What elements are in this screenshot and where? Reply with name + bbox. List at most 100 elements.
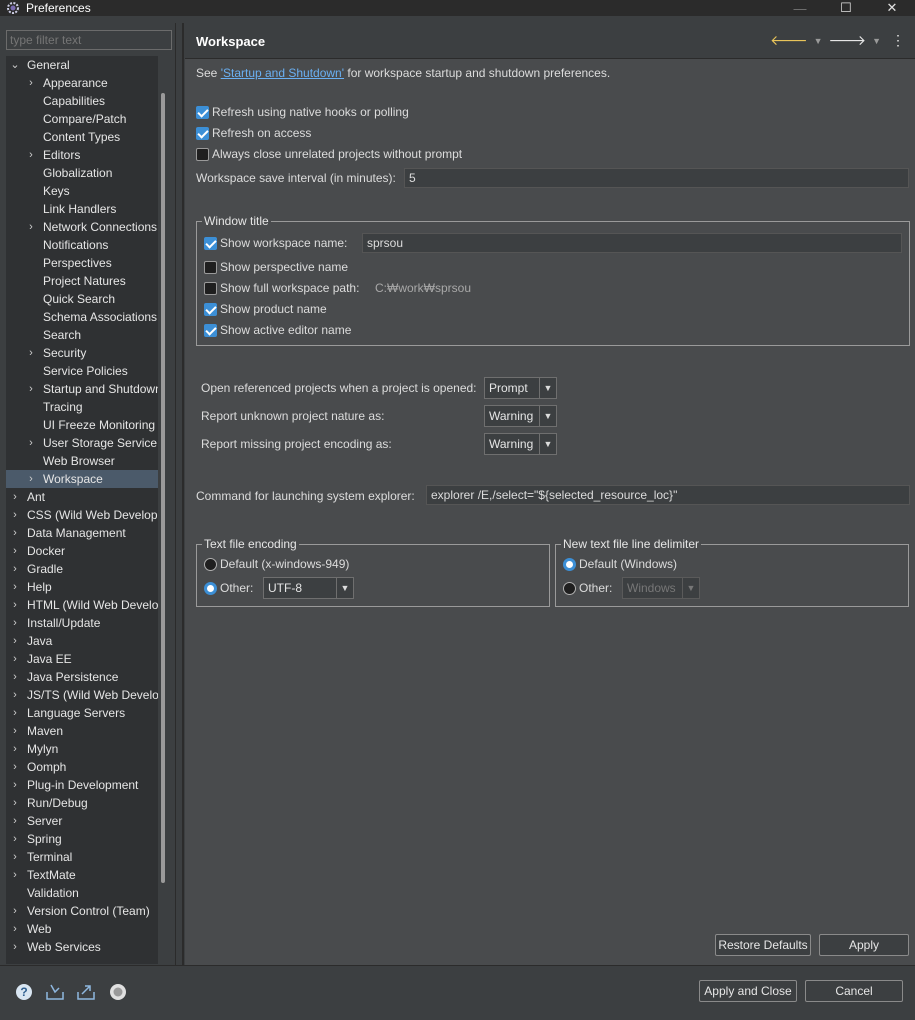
show-perspective-name-checkbox[interactable] bbox=[204, 261, 217, 274]
delimiter-default-radio[interactable] bbox=[563, 558, 576, 571]
chevron-right-icon[interactable]: › bbox=[10, 920, 20, 938]
tree-item[interactable]: › Terminal bbox=[6, 848, 158, 866]
tree-item[interactable]: › Oomph bbox=[6, 758, 158, 776]
explorer-command-input[interactable]: explorer /E,/select="${selected_resource… bbox=[426, 485, 910, 505]
tree-item[interactable]: › Mylyn bbox=[6, 740, 158, 758]
tree-item[interactable]: › Security bbox=[6, 344, 158, 362]
tree-item[interactable]: › Maven bbox=[6, 722, 158, 740]
view-menu-icon[interactable]: ⋮ bbox=[891, 32, 905, 49]
tree-item[interactable]: › Run/Debug bbox=[6, 794, 158, 812]
help-icon[interactable]: ? bbox=[14, 982, 34, 1002]
export-icon[interactable] bbox=[76, 982, 96, 1002]
panel-splitter[interactable] bbox=[182, 23, 184, 965]
chevron-right-icon[interactable]: › bbox=[10, 722, 20, 740]
tree-item[interactable]: Schema Associations bbox=[6, 308, 158, 326]
filter-input[interactable] bbox=[6, 30, 172, 50]
chevron-right-icon[interactable]: › bbox=[10, 812, 20, 830]
chevron-right-icon[interactable]: › bbox=[10, 578, 20, 596]
tree-item[interactable]: › Workspace bbox=[6, 470, 158, 488]
chevron-right-icon[interactable]: › bbox=[10, 542, 20, 560]
chevron-right-icon[interactable]: › bbox=[10, 524, 20, 542]
tree-item[interactable]: Quick Search bbox=[6, 290, 158, 308]
tree-item[interactable]: › Plug-in Development bbox=[6, 776, 158, 794]
chevron-right-icon[interactable]: › bbox=[26, 380, 36, 398]
tree-item[interactable]: › JS/TS (Wild Web Developer) bbox=[6, 686, 158, 704]
oomph-icon[interactable] bbox=[108, 982, 128, 1002]
chevron-right-icon[interactable]: › bbox=[10, 686, 20, 704]
refresh-native-checkbox[interactable] bbox=[196, 106, 209, 119]
tree-item[interactable]: › Data Management bbox=[6, 524, 158, 542]
cancel-button[interactable]: Cancel bbox=[805, 980, 903, 1002]
chevron-right-icon[interactable]: › bbox=[10, 848, 20, 866]
tree-item[interactable]: Project Natures bbox=[6, 272, 158, 290]
tree-item[interactable]: › Java bbox=[6, 632, 158, 650]
tree-item[interactable]: › CSS (Wild Web Developer) bbox=[6, 506, 158, 524]
chevron-right-icon[interactable]: › bbox=[10, 650, 20, 668]
unknown-nature-combo[interactable]: Warning ▼ bbox=[484, 405, 557, 427]
tree-item[interactable]: › Server bbox=[6, 812, 158, 830]
tree-item[interactable]: Link Handlers bbox=[6, 200, 158, 218]
tree-item[interactable]: Notifications bbox=[6, 236, 158, 254]
tree-item[interactable]: › Java EE bbox=[6, 650, 158, 668]
chevron-down-icon[interactable]: ⌄ bbox=[10, 56, 20, 74]
encoding-other-radio[interactable] bbox=[204, 582, 217, 595]
delimiter-other-radio[interactable] bbox=[563, 582, 576, 595]
chevron-right-icon[interactable]: › bbox=[26, 344, 36, 362]
tree-item[interactable]: ⌄ General bbox=[6, 56, 158, 74]
tree-item[interactable]: › Language Servers bbox=[6, 704, 158, 722]
refresh-access-checkbox[interactable] bbox=[196, 127, 209, 140]
workspace-name-input[interactable]: sprsou bbox=[362, 233, 902, 253]
tree-item[interactable]: › Version Control (Team) bbox=[6, 902, 158, 920]
delimiter-other-combo[interactable]: Windows ▼ bbox=[622, 577, 700, 599]
tree-item[interactable]: › Gradle bbox=[6, 560, 158, 578]
encoding-default-radio[interactable] bbox=[204, 558, 217, 571]
chevron-right-icon[interactable]: › bbox=[10, 668, 20, 686]
chevron-right-icon[interactable]: › bbox=[10, 704, 20, 722]
chevron-right-icon[interactable]: › bbox=[10, 902, 20, 920]
chevron-right-icon[interactable]: › bbox=[10, 758, 20, 776]
tree-item[interactable]: Perspectives bbox=[6, 254, 158, 272]
chevron-right-icon[interactable]: › bbox=[10, 596, 20, 614]
show-product-name-checkbox[interactable] bbox=[204, 303, 217, 316]
apply-button[interactable]: Apply bbox=[819, 934, 909, 956]
chevron-right-icon[interactable]: › bbox=[10, 830, 20, 848]
show-full-path-checkbox[interactable] bbox=[204, 282, 217, 295]
back-history-chevron-icon[interactable]: ▼ bbox=[814, 36, 823, 46]
maximize-button[interactable]: ☐ bbox=[823, 0, 869, 16]
tree-item[interactable]: › HTML (Wild Web Developer) bbox=[6, 596, 158, 614]
close-button[interactable]: ✕ bbox=[869, 0, 915, 16]
always-close-checkbox[interactable] bbox=[196, 148, 209, 161]
tree-item[interactable]: › Help bbox=[6, 578, 158, 596]
show-workspace-name-checkbox[interactable] bbox=[204, 237, 217, 250]
tree-item[interactable]: › Appearance bbox=[6, 74, 158, 92]
chevron-right-icon[interactable]: › bbox=[26, 434, 36, 452]
chevron-right-icon[interactable]: › bbox=[10, 866, 20, 884]
show-active-editor-checkbox[interactable] bbox=[204, 324, 217, 337]
tree-item[interactable]: › Web Services bbox=[6, 938, 158, 956]
tree-item[interactable]: › Startup and Shutdown bbox=[6, 380, 158, 398]
chevron-right-icon[interactable]: › bbox=[26, 470, 36, 488]
tree-item[interactable]: › Spring bbox=[6, 830, 158, 848]
tree-item[interactable]: Keys bbox=[6, 182, 158, 200]
chevron-right-icon[interactable]: › bbox=[10, 560, 20, 578]
chevron-right-icon[interactable]: › bbox=[10, 740, 20, 758]
save-interval-input[interactable]: 5 bbox=[404, 168, 909, 188]
tree-item[interactable]: › Install/Update bbox=[6, 614, 158, 632]
chevron-right-icon[interactable]: › bbox=[10, 488, 20, 506]
chevron-right-icon[interactable]: › bbox=[26, 74, 36, 92]
chevron-right-icon[interactable]: › bbox=[10, 938, 20, 956]
tree-item[interactable]: › TextMate bbox=[6, 866, 158, 884]
import-icon[interactable] bbox=[45, 982, 65, 1002]
tree-item[interactable]: › Web bbox=[6, 920, 158, 938]
chevron-right-icon[interactable]: › bbox=[10, 776, 20, 794]
tree-item[interactable]: › Java Persistence bbox=[6, 668, 158, 686]
chevron-right-icon[interactable]: › bbox=[26, 146, 36, 164]
tree-vertical-scrollbar[interactable] bbox=[161, 93, 165, 883]
tree-item[interactable]: Globalization bbox=[6, 164, 158, 182]
tree-item[interactable]: Content Types bbox=[6, 128, 158, 146]
tree-item[interactable]: Service Policies bbox=[6, 362, 158, 380]
tree-item[interactable]: Compare/Patch bbox=[6, 110, 158, 128]
forward-history-chevron-icon[interactable]: ▼ bbox=[872, 36, 881, 46]
open-referenced-combo[interactable]: Prompt ▼ bbox=[484, 377, 557, 399]
chevron-right-icon[interactable]: › bbox=[10, 506, 20, 524]
